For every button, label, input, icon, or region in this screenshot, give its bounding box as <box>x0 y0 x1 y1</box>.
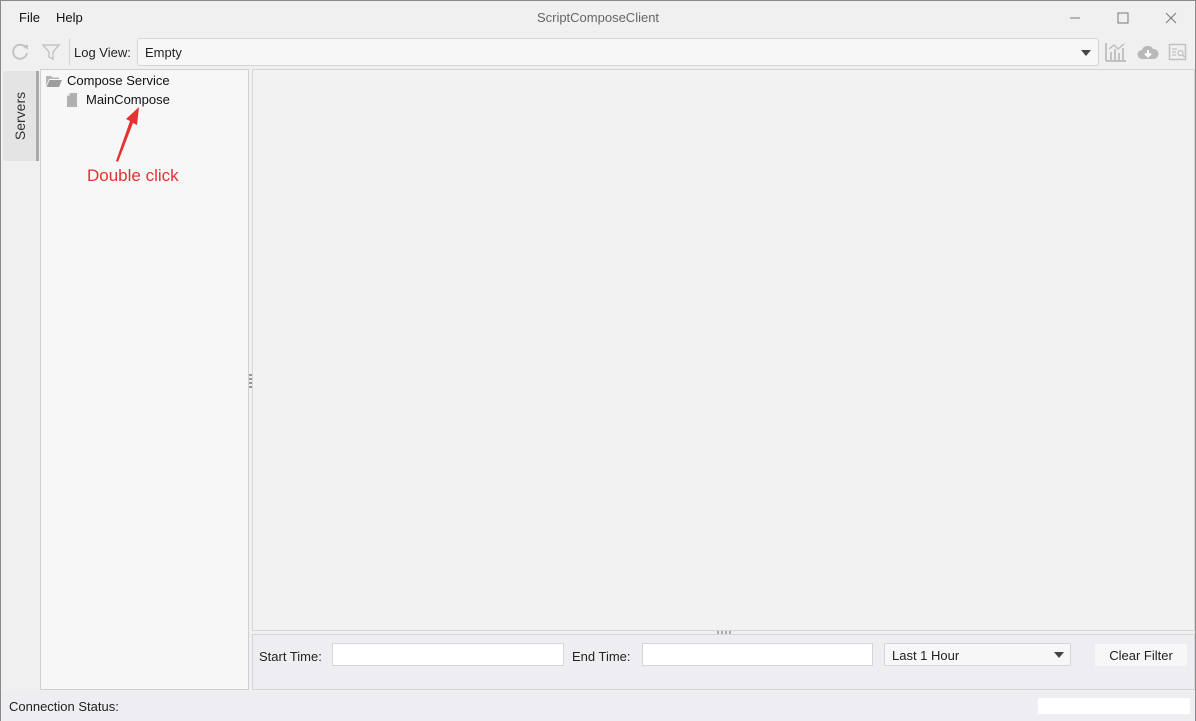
maximize-button[interactable] <box>1099 1 1147 35</box>
clear-filter-button[interactable]: Clear Filter <box>1095 644 1187 666</box>
log-view-select[interactable]: Empty <box>137 38 1099 66</box>
chart-button[interactable] <box>1105 41 1127 63</box>
log-content-area <box>252 69 1195 631</box>
document-icon <box>67 92 77 107</box>
annotation-text: Double click <box>87 166 179 185</box>
log-search-icon <box>1168 43 1187 61</box>
end-time-input[interactable] <box>642 643 873 666</box>
tab-servers[interactable]: Servers <box>3 71 39 161</box>
connection-status-value <box>1038 698 1190 714</box>
tree-item-label: Compose Service <box>67 73 170 88</box>
menu-bar: File Help <box>11 10 91 25</box>
minimize-button[interactable] <box>1051 1 1099 35</box>
window-title: ScriptComposeClient <box>536 10 660 25</box>
menu-help[interactable]: Help <box>48 10 91 25</box>
end-time-label: End Time: <box>572 649 631 664</box>
chart-icon <box>1105 43 1126 62</box>
cloud-download-button[interactable] <box>1137 41 1159 63</box>
maximize-icon <box>1117 12 1129 24</box>
start-time-label: Start Time: <box>259 649 322 664</box>
filter-icon <box>41 44 61 61</box>
menu-file[interactable]: File <box>11 10 48 25</box>
close-button[interactable] <box>1147 1 1195 35</box>
refresh-icon <box>12 43 28 60</box>
tree-item-compose-service[interactable]: Compose Service <box>46 73 170 88</box>
status-bar: Connection Status: <box>1 691 1195 721</box>
time-range-select[interactable]: Last 1 Hour <box>884 643 1071 666</box>
close-icon <box>1165 12 1177 24</box>
toolbar: Log View: Empty <box>1 36 1195 68</box>
folder-open-icon <box>46 75 62 87</box>
refresh-button[interactable] <box>9 41 31 63</box>
annotation-arrow <box>116 107 139 162</box>
connection-status-label: Connection Status: <box>9 699 119 714</box>
toolbar-separator <box>69 39 70 65</box>
filter-button[interactable] <box>40 41 62 63</box>
side-tab-bar: Servers <box>1 69 39 690</box>
filter-bar: Start Time: End Time: Last 1 Hour Clear … <box>252 634 1195 690</box>
app-window: File Help ScriptComposeClient Log View: … <box>0 0 1196 721</box>
log-view-label: Log View: <box>74 45 131 60</box>
time-range-value: Last 1 Hour <box>892 648 960 663</box>
cloud-download-icon <box>1137 45 1159 59</box>
log-search-button[interactable] <box>1167 41 1189 63</box>
minimize-icon <box>1070 17 1080 19</box>
window-controls <box>1051 1 1195 35</box>
start-time-input[interactable] <box>332 643 564 666</box>
log-view-value: Empty <box>145 45 182 60</box>
title-bar: File Help ScriptComposeClient <box>1 1 1195 35</box>
chevron-down-icon <box>1081 50 1091 56</box>
chevron-down-icon <box>1054 652 1064 658</box>
tab-servers-label: Servers <box>11 91 28 141</box>
